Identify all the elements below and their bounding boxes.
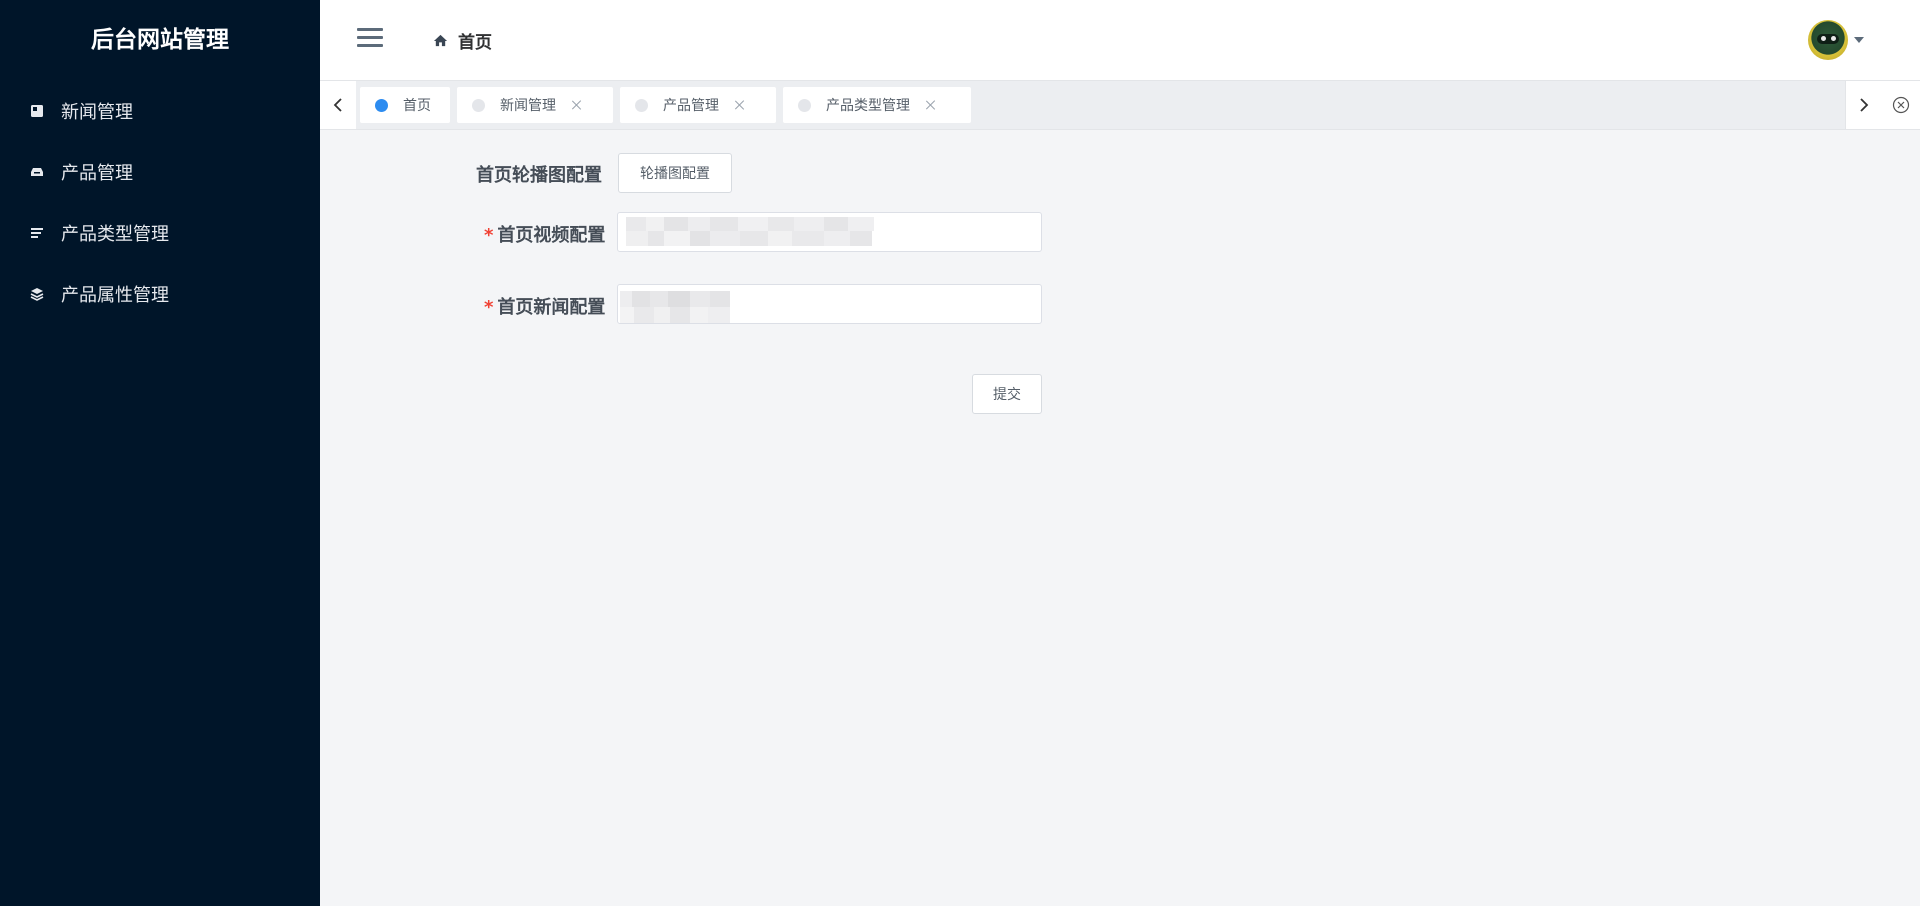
sidebar-item-label: 产品类型管理	[61, 223, 169, 245]
news-config-label-text: 首页新闻配置	[497, 297, 606, 318]
close-icon[interactable]	[735, 100, 745, 110]
submit-button[interactable]: 提交	[972, 374, 1042, 414]
menu-toggle-icon[interactable]	[357, 28, 383, 48]
tab-label: 产品管理	[663, 98, 719, 114]
tab-status-dot	[472, 98, 485, 112]
inbox-icon	[30, 165, 44, 179]
breadcrumb: 首页	[433, 28, 492, 53]
tab-label: 产品类型管理	[826, 98, 910, 114]
chevron-right-icon	[1860, 98, 1869, 112]
required-mark: *	[484, 225, 494, 246]
book-icon	[30, 104, 44, 118]
breadcrumb-current: 首页	[458, 33, 492, 53]
close-icon[interactable]	[572, 100, 582, 110]
sidebar-item-products[interactable]: 产品管理	[0, 141, 320, 202]
video-config-label: * 首页视频配置	[484, 221, 605, 247]
tab-label: 首页	[403, 98, 431, 114]
sidebar-item-product-types[interactable]: 产品类型管理	[0, 202, 320, 263]
tab-status-dot	[635, 98, 648, 112]
sidebar-item-label: 产品属性管理	[61, 284, 169, 306]
tab-label: 新闻管理	[500, 98, 556, 114]
tabs-scroll-left-button[interactable]	[320, 81, 356, 129]
list-icon	[30, 226, 44, 240]
top-header: 首页	[320, 0, 1920, 80]
news-config-label: * 首页新闻配置	[484, 293, 605, 319]
sidebar-item-label: 新闻管理	[61, 101, 133, 123]
tab-products[interactable]: 产品管理	[620, 87, 776, 123]
avatar[interactable]	[1808, 20, 1848, 60]
carousel-config-button[interactable]: 轮播图配置	[618, 153, 732, 193]
tab-home[interactable]: 首页	[360, 87, 450, 123]
required-mark: *	[484, 297, 494, 318]
close-all-tabs-button[interactable]	[1882, 81, 1920, 129]
chevron-left-icon	[333, 98, 342, 112]
sidebar-item-product-attributes[interactable]: 产品属性管理	[0, 263, 320, 324]
user-menu[interactable]	[1808, 20, 1864, 60]
tab-status-dot	[798, 98, 811, 112]
close-icon[interactable]	[926, 100, 936, 110]
tabs-scroll-right-button[interactable]	[1845, 81, 1882, 129]
layers-icon	[30, 287, 44, 301]
carousel-config-label: 首页轮播图配置	[476, 165, 602, 186]
home-icon	[433, 34, 448, 47]
app-title: 后台网站管理	[91, 27, 229, 53]
news-config-input[interactable]	[617, 284, 1042, 324]
tab-news[interactable]: 新闻管理	[457, 87, 613, 123]
sidebar: 后台网站管理 新闻管理 产品管理 产品类型管理 产品属性管理	[0, 0, 320, 906]
video-config-input[interactable]	[617, 212, 1042, 252]
sidebar-item-label: 产品管理	[61, 162, 133, 184]
main-content: 首页轮播图配置 轮播图配置 * 首页视频配置 * 首页新闻配置 提交	[320, 129, 1920, 906]
chevron-down-icon[interactable]	[1854, 37, 1864, 43]
tabs-bar: 首页 新闻管理 产品管理 产品类型管理	[320, 80, 1920, 130]
video-config-label-text: 首页视频配置	[497, 225, 606, 246]
tab-status-dot	[375, 98, 388, 112]
sidebar-item-news[interactable]: 新闻管理	[0, 80, 320, 141]
close-circle-icon	[1892, 96, 1910, 114]
tab-product-types[interactable]: 产品类型管理	[783, 87, 971, 123]
